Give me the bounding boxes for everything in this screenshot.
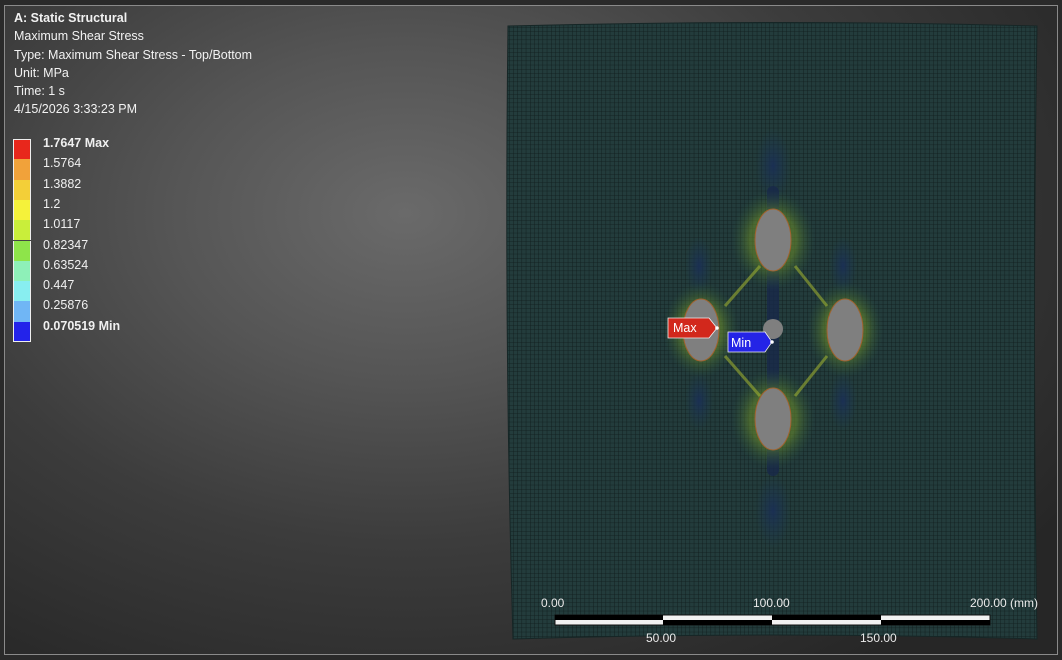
scale-label-50: 50.00 [646, 631, 677, 645]
hole-bottom [754, 387, 792, 451]
hole-top [754, 208, 792, 272]
scale-label-150: 150.00 [860, 631, 897, 645]
scale-bar [554, 614, 991, 626]
min-probe-label: Min [731, 336, 752, 350]
scale-label-0: 0.00 [541, 596, 565, 610]
model-contour-plot[interactable] [5, 6, 1058, 655]
scale-label-200: 200.00 (mm) [970, 596, 1039, 610]
hole-right [826, 298, 864, 362]
scale-label-100: 100.00 [753, 596, 790, 610]
graphics-viewport[interactable]: A: Static Structural Maximum Shear Stres… [4, 5, 1058, 655]
max-probe-label: Max [673, 321, 697, 335]
